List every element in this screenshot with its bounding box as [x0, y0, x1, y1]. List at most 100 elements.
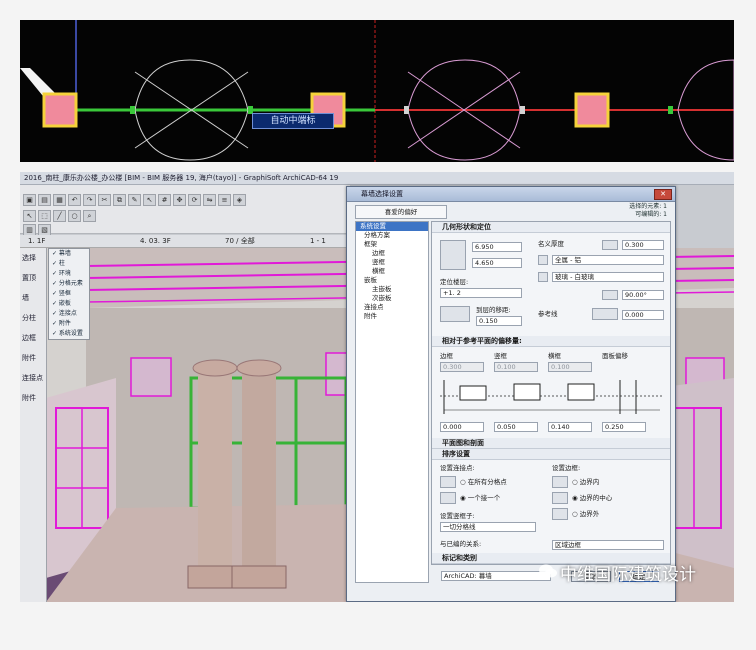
frame-material-select[interactable]: 全属 - 铝	[552, 255, 664, 265]
floor-select[interactable]: +1. 2	[440, 288, 522, 298]
close-icon[interactable]: ✕	[654, 189, 672, 200]
line-icon[interactable]: ╱	[53, 210, 66, 222]
nav-item[interactable]: ✓ 环境	[49, 269, 89, 279]
border-option-center[interactable]: ◉ 边界的中心	[572, 494, 612, 503]
toolbox-item[interactable]: 分柱	[20, 308, 46, 328]
ref-value-border[interactable]: 0.000	[440, 422, 484, 432]
nav-item[interactable]: ✓ 竖框	[49, 289, 89, 299]
relation-select[interactable]: 区域边框	[552, 540, 664, 550]
toolbar-row-3: ▥ ▧	[22, 217, 52, 236]
favorites-button[interactable]: 喜爱的偏好	[355, 205, 447, 219]
height-field[interactable]: 6.950	[472, 242, 522, 252]
selection-info: 选择的元素: 1 可编辑的: 1	[629, 203, 667, 219]
element-nav-panel: ✓ 幕墙 ✓ 柱 ✓ 环境 ✓ 分格元素 ✓ 竖框 ✓ 嵌板 ✓ 连接点 ✓ 附…	[48, 248, 90, 340]
nav-item[interactable]: ✓ 系统设置	[49, 329, 89, 339]
toolbox-item[interactable]: 连接点	[20, 368, 46, 388]
mirror-icon[interactable]: ⇋	[203, 194, 216, 206]
relation-label: 与已编的关系:	[440, 540, 482, 548]
floor-plan-view[interactable]: 自动中端标	[20, 20, 734, 162]
layer-icon[interactable]: ≡	[218, 194, 231, 206]
frame-select[interactable]: 一切分格线	[440, 522, 536, 532]
name-thickness-field[interactable]: 0.300	[622, 240, 664, 250]
angle-icon	[602, 290, 618, 300]
name-thickness-label: 名义厚度	[538, 240, 564, 248]
thickness-field[interactable]: 4.650	[472, 258, 522, 268]
settings-tree: 系统设置 分格方案 框架 边框 竖框 横框 嵌板 主嵌板 次嵌板 连接点 附件	[355, 221, 429, 583]
border-option-outside[interactable]: ○ 边界外	[572, 510, 599, 519]
pen-icon[interactable]: ✎	[128, 194, 141, 206]
tree-item[interactable]: 边框	[356, 249, 428, 258]
frame-material-icon	[538, 255, 548, 265]
geometry-section-header[interactable]: 几何形状和定位	[432, 222, 670, 233]
tree-item[interactable]: 竖框	[356, 258, 428, 267]
toolbox-item[interactable]: 置顶	[20, 268, 46, 288]
copy-icon[interactable]: ⧉	[113, 194, 126, 206]
story-tab[interactable]: 1. 1F	[28, 235, 45, 247]
circle-icon[interactable]: ○	[68, 210, 81, 222]
nav-item[interactable]: ✓ 分格元素	[49, 279, 89, 289]
column-3	[574, 92, 610, 128]
zoom-tab[interactable]: 1 - 1	[310, 235, 326, 247]
ref-dim-border: 0.300	[440, 362, 484, 372]
rotate-icon[interactable]: ⟳	[188, 194, 201, 206]
toolbox-item[interactable]: 附件	[20, 348, 46, 368]
floor-label: 定位楼层:	[440, 278, 469, 286]
toolbox-item[interactable]: 附件	[20, 388, 46, 408]
ref-value-panel[interactable]: 0.250	[602, 422, 646, 432]
cut-icon[interactable]: ✂	[98, 194, 111, 206]
dialog-titlebar: 幕墙选择设置 ✕	[347, 187, 675, 202]
toolbox-item[interactable]: 选择	[20, 248, 46, 268]
tree-item[interactable]: 框架	[356, 240, 428, 249]
offset-diagram	[440, 380, 664, 414]
thickness-icon	[602, 240, 618, 250]
ref-value-transom[interactable]: 0.140	[548, 422, 592, 432]
zoom-icon[interactable]: ⌕	[83, 210, 96, 222]
frame-label: 设置竖框子:	[440, 512, 475, 520]
column-1	[42, 92, 78, 128]
connect-label: 设置连接点:	[440, 464, 475, 472]
layer-select[interactable]: ArchiCAD: 幕墙	[441, 571, 551, 581]
nav-item[interactable]: ✓ 柱	[49, 259, 89, 269]
nav-item[interactable]: ✓ 幕墙	[49, 249, 89, 259]
connect-option-all[interactable]: ○ 在所有分格点	[460, 478, 507, 487]
border-inside-icon	[552, 476, 568, 488]
tree-item[interactable]: 横框	[356, 267, 428, 276]
ref-line-field[interactable]: 0.000	[622, 310, 664, 320]
ref-label-mullion: 竖框	[494, 352, 507, 360]
border-option-inside[interactable]: ○ 边界内	[572, 478, 599, 487]
border-option-outside-label: 边界外	[579, 510, 600, 518]
tree-item[interactable]: 次嵌板	[356, 294, 428, 303]
tree-item[interactable]: 附件	[356, 312, 428, 321]
arrow-icon[interactable]: ↖	[143, 194, 156, 206]
connect-option-one[interactable]: ◉ 一个接一个	[460, 494, 500, 503]
angle-field[interactable]: 90.00°	[622, 290, 664, 300]
3d-icon[interactable]: ◈	[233, 194, 246, 206]
tree-item[interactable]: 连接点	[356, 303, 428, 312]
reference-section-header[interactable]: 相对于参考平面的偏移量:	[432, 336, 670, 347]
scale-tab[interactable]: 70 / 全部	[225, 235, 255, 247]
border-outside-icon	[552, 508, 568, 520]
offset-field[interactable]: 0.150	[476, 316, 522, 326]
plan-tag-label: 自动中端标	[252, 113, 334, 129]
tree-item-system[interactable]: 系统设置	[356, 222, 428, 231]
offset-icon	[440, 306, 470, 322]
ref-line-icon	[592, 308, 618, 320]
grid-section-header[interactable]: 排序设置	[432, 449, 670, 460]
view-tab-bar: 1. 1F 4. 03. 3F 70 / 全部 1 - 1	[20, 235, 350, 248]
grid-icon[interactable]: #	[158, 194, 171, 206]
wechat-icon	[539, 564, 557, 578]
tree-item[interactable]: 嵌板	[356, 276, 428, 285]
move-icon[interactable]: ✥	[173, 194, 186, 206]
ref-value-mullion[interactable]: 0.050	[494, 422, 538, 432]
tree-item[interactable]: 主嵌板	[356, 285, 428, 294]
toolbox-item[interactable]: 边框	[20, 328, 46, 348]
toolbox-item[interactable]: 墙	[20, 288, 46, 308]
nav-item[interactable]: ✓ 嵌板	[49, 299, 89, 309]
nav-item[interactable]: ✓ 附件	[49, 319, 89, 329]
plan-section-header[interactable]: 平面图和剖面	[432, 438, 670, 449]
nav-item[interactable]: ✓ 连接点	[49, 309, 89, 319]
panel-material-select[interactable]: 玻璃 - 白玻璃	[552, 272, 664, 282]
story2-tab[interactable]: 4. 03. 3F	[140, 235, 171, 247]
tree-item[interactable]: 分格方案	[356, 231, 428, 240]
ref-label-panel: 面板偏移	[602, 352, 628, 360]
